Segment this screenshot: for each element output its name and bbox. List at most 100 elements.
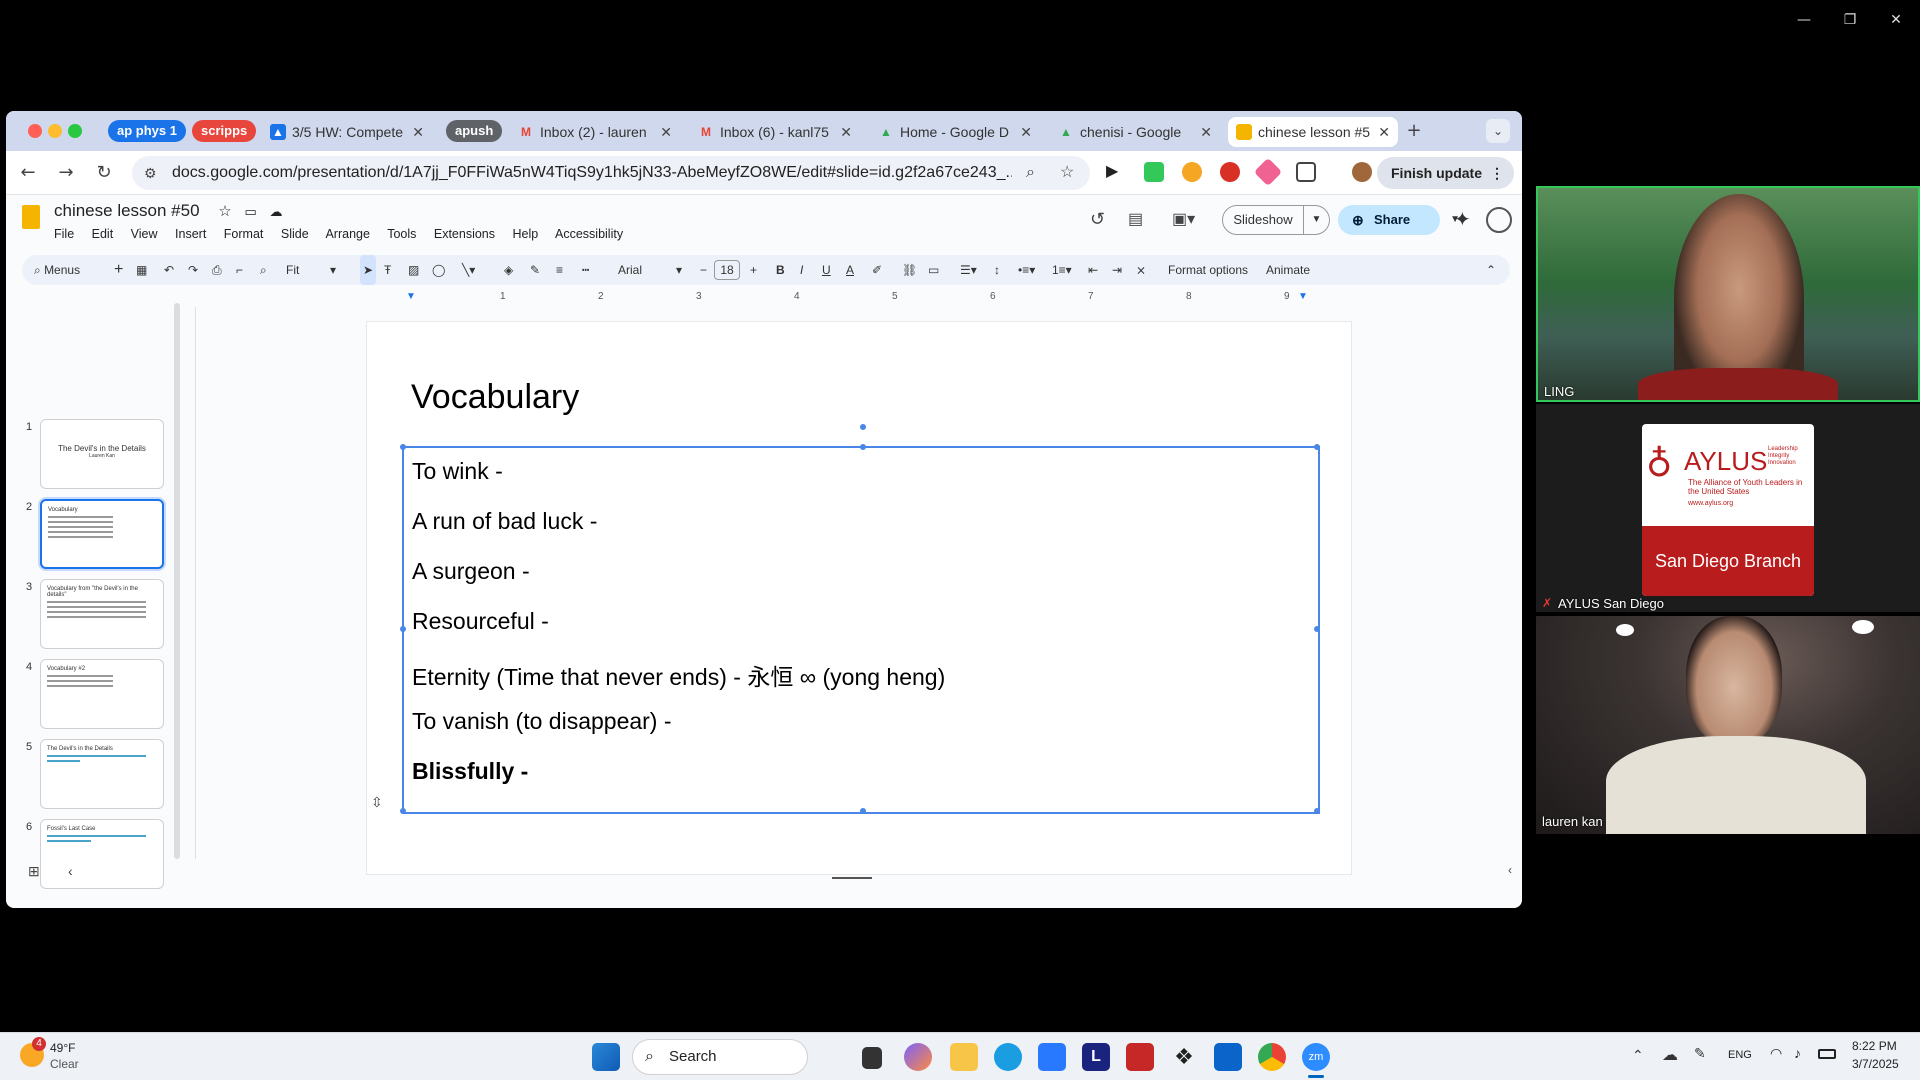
border-dash-icon[interactable]: ┅: [582, 255, 589, 285]
minimize-icon[interactable]: —: [1790, 8, 1818, 32]
select-tool-icon[interactable]: ➤: [360, 255, 377, 285]
wifi-icon[interactable]: ◠: [1770, 1045, 1782, 1062]
gemini-icon[interactable]: ✦: [1454, 207, 1471, 232]
mac-close-icon[interactable]: [28, 124, 42, 138]
tab-inbox-kan[interactable]: M Inbox (6) - kanl75 ✕: [690, 117, 860, 147]
version-history-icon[interactable]: ↺: [1090, 209, 1105, 230]
start-windows-icon[interactable]: [592, 1043, 620, 1071]
resize-handle[interactable]: [1314, 808, 1320, 814]
clear-formatting-icon[interactable]: ⨯: [1136, 255, 1146, 285]
new-slide-icon[interactable]: +: [114, 255, 123, 285]
slides-logo-icon[interactable]: [22, 205, 40, 229]
vocabulary-textbox[interactable]: To wink - A run of bad luck - A surgeon …: [400, 424, 1320, 814]
volume-icon[interactable]: ♪: [1794, 1045, 1801, 1061]
close-icon[interactable]: ✕: [1882, 8, 1910, 32]
lockdown-browser-icon[interactable]: L: [1082, 1043, 1110, 1071]
onedrive-icon[interactable]: ☁: [1662, 1045, 1678, 1065]
reload-icon[interactable]: ↻: [92, 161, 116, 185]
format-options-button[interactable]: Format options: [1168, 255, 1248, 285]
fill-color-icon[interactable]: ◈: [504, 255, 513, 285]
bold-icon[interactable]: B: [776, 255, 785, 285]
extensions-puzzle-icon[interactable]: [1296, 162, 1316, 182]
tab-search-icon[interactable]: ⌄: [1486, 119, 1510, 143]
profile-avatar[interactable]: [1352, 162, 1372, 182]
slideshow-dropdown-icon[interactable]: ▼: [1304, 205, 1330, 235]
font-size-input[interactable]: 18: [714, 260, 740, 280]
store-icon[interactable]: [1038, 1043, 1066, 1071]
increase-indent-icon[interactable]: ⇥: [1112, 255, 1122, 285]
slide-thumbnail-4[interactable]: Vocabulary #2: [40, 659, 164, 729]
collapse-toolbar-icon[interactable]: ⌃: [1486, 255, 1496, 285]
line-spacing-icon[interactable]: ↕: [994, 255, 1000, 285]
image-tool-icon[interactable]: ▨: [408, 255, 419, 285]
clock-time[interactable]: 8:22 PM: [1852, 1039, 1897, 1053]
tab-hw[interactable]: ▲ 3/5 HW: Compete ✕: [262, 117, 432, 147]
resize-handle[interactable]: [400, 626, 406, 632]
line-tool-icon[interactable]: ╲▾: [462, 255, 475, 285]
chrome-icon[interactable]: [1258, 1043, 1286, 1071]
undo-icon[interactable]: ↶: [164, 255, 174, 285]
taskbar-search[interactable]: ⌕ Search: [632, 1039, 808, 1075]
border-color-icon[interactable]: ✎: [530, 255, 540, 285]
finish-update-button[interactable]: Finish update ⋮: [1377, 157, 1514, 189]
site-info-icon[interactable]: ⚙: [144, 156, 157, 190]
slide-title[interactable]: Vocabulary: [411, 378, 579, 417]
battery-icon[interactable]: [1818, 1049, 1836, 1059]
slideshow-button[interactable]: Slideshow: [1222, 205, 1304, 235]
tab-group-ap-phys[interactable]: ap phys 1: [108, 120, 186, 142]
zoom-app-icon[interactable]: zm: [1302, 1043, 1330, 1071]
close-tab-icon[interactable]: ✕: [1020, 117, 1032, 147]
zoom-icon[interactable]: ⌕: [260, 255, 267, 285]
resize-handle[interactable]: [1314, 444, 1320, 450]
language-indicator[interactable]: ENG: [1728, 1049, 1752, 1061]
menu-insert[interactable]: Insert: [175, 227, 206, 241]
zoom-icon[interactable]: ⌕: [1026, 156, 1035, 190]
tab-inbox-lauren[interactable]: M Inbox (2) - lauren ✕: [510, 117, 680, 147]
resize-handle[interactable]: [400, 808, 406, 814]
extension-red-icon[interactable]: [1220, 162, 1240, 182]
numbered-list-icon[interactable]: 1≡▾: [1052, 255, 1072, 285]
side-panel-toggle-icon[interactable]: ‹: [1508, 863, 1512, 877]
dropbox-icon[interactable]: ❖: [1170, 1043, 1198, 1071]
edge-icon[interactable]: [994, 1043, 1022, 1071]
tab-drive-home[interactable]: ▲ Home - Google D ✕: [870, 117, 1040, 147]
font-select[interactable]: Arial ▾: [618, 255, 688, 285]
menu-extensions[interactable]: Extensions: [434, 227, 495, 241]
meet-video-icon[interactable]: ▣▾: [1172, 209, 1195, 229]
forward-icon[interactable]: →: [54, 161, 78, 185]
restore-icon[interactable]: ❐: [1836, 8, 1864, 32]
show-hidden-icons[interactable]: ⌃: [1632, 1047, 1644, 1064]
resize-handle[interactable]: [1314, 626, 1320, 632]
font-size-decrease-icon[interactable]: −: [700, 255, 707, 285]
paint-format-icon[interactable]: ⌐: [236, 255, 243, 285]
copilot-icon[interactable]: [904, 1043, 932, 1071]
participant-video-lauren[interactable]: lauren kan: [1536, 616, 1920, 834]
omnibox[interactable]: ⚙ docs.google.com/presentation/d/1A7jj_F…: [132, 156, 1090, 190]
extension-pink-icon[interactable]: [1253, 157, 1283, 187]
animate-button[interactable]: Animate: [1266, 255, 1310, 285]
align-icon[interactable]: ☰▾: [960, 255, 977, 285]
zoom-select[interactable]: Fit ▾: [286, 255, 342, 285]
speaker-notes-handle[interactable]: [832, 877, 872, 879]
layout-icon[interactable]: ▦: [136, 255, 147, 285]
menus-search[interactable]: ⌕ Menus: [34, 255, 80, 285]
border-weight-icon[interactable]: ≡: [556, 255, 563, 285]
menu-accessibility[interactable]: Accessibility: [555, 227, 623, 241]
collapse-filmstrip-icon[interactable]: ‹: [68, 863, 73, 879]
tab-chinese-lesson[interactable]: chinese lesson #5 ✕: [1228, 117, 1398, 147]
link-icon[interactable]: ⛓: [902, 255, 917, 285]
star-icon[interactable]: ☆: [218, 203, 231, 220]
font-size-increase-icon[interactable]: +: [750, 255, 757, 285]
close-tab-icon[interactable]: ✕: [1378, 117, 1390, 147]
close-tab-icon[interactable]: ✕: [1200, 117, 1212, 147]
back-icon[interactable]: ←: [16, 161, 40, 185]
resize-handle[interactable]: [860, 808, 866, 814]
slide-thumbnail-1[interactable]: The Devil's in the Details Lauren Kan: [40, 419, 164, 489]
redo-icon[interactable]: ↷: [188, 255, 198, 285]
tab-chenisi[interactable]: ▲ chenisi - Google ✕: [1050, 117, 1220, 147]
extension-honey-icon[interactable]: [1182, 162, 1202, 182]
slide-thumbnail-5[interactable]: The Devil's in the Details: [40, 739, 164, 809]
comment-add-icon[interactable]: ▭: [928, 255, 939, 285]
file-explorer-icon[interactable]: [950, 1043, 978, 1071]
tab-group-scripps[interactable]: scripps: [192, 120, 257, 142]
